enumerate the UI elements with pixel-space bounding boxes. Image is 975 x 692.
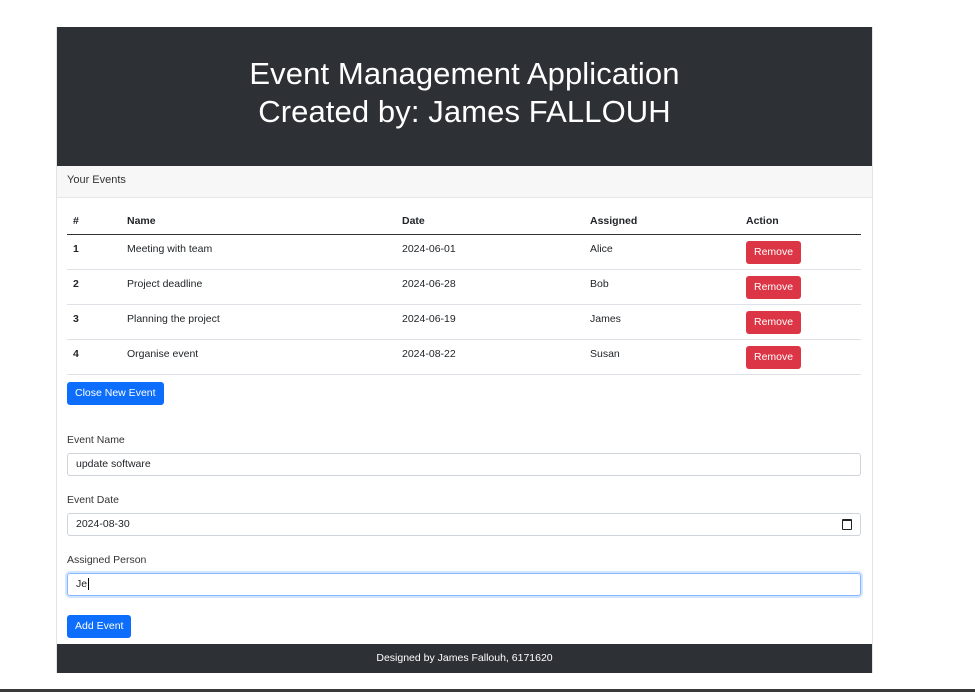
column-header-date: Date bbox=[396, 208, 584, 235]
table-header-row: # Name Date Assigned Action bbox=[67, 208, 861, 235]
event-name-input[interactable]: update software bbox=[67, 453, 861, 476]
row-action-cell: Remove bbox=[740, 339, 861, 375]
events-table-wrap: # Name Date Assigned Action 1 Meeting wi… bbox=[57, 198, 872, 375]
row-index: 1 bbox=[67, 234, 121, 270]
row-assigned: Susan bbox=[584, 339, 740, 375]
row-index: 2 bbox=[67, 269, 121, 305]
assigned-person-value: Je bbox=[76, 578, 88, 590]
row-name: Meeting with team bbox=[121, 234, 396, 270]
event-date-value: 2024-08-30 bbox=[76, 518, 130, 530]
event-date-label: Event Date bbox=[67, 494, 119, 506]
page-header: Event Management Application Created by:… bbox=[57, 27, 872, 166]
column-header-assigned: Assigned bbox=[584, 208, 740, 235]
remove-button[interactable]: Remove bbox=[746, 310, 802, 334]
table-row: 1 Meeting with team 2024-06-01 Alice Rem… bbox=[67, 234, 861, 270]
column-header-index: # bbox=[67, 208, 121, 235]
events-table: # Name Date Assigned Action 1 Meeting wi… bbox=[67, 208, 861, 375]
remove-button[interactable]: Remove bbox=[746, 240, 802, 264]
table-row: 2 Project deadline 2024-06-28 Bob Remove bbox=[67, 269, 861, 305]
row-action-cell: Remove bbox=[740, 234, 861, 270]
remove-button[interactable]: Remove bbox=[746, 345, 802, 369]
event-name-value: update software bbox=[76, 458, 151, 470]
table-row: 3 Planning the project 2024-06-19 James … bbox=[67, 304, 861, 340]
row-date: 2024-06-19 bbox=[396, 304, 584, 340]
app-subtitle: Created by: James FALLOUH bbox=[258, 94, 671, 129]
row-action-cell: Remove bbox=[740, 304, 861, 340]
row-name: Organise event bbox=[121, 339, 396, 375]
row-assigned: Bob bbox=[584, 269, 740, 305]
table-row: 4 Organise event 2024-08-22 Susan Remove bbox=[67, 339, 861, 375]
column-header-action: Action bbox=[740, 208, 861, 235]
row-date: 2024-08-22 bbox=[396, 339, 584, 375]
app-title: Event Management Application bbox=[249, 56, 680, 91]
row-index: 3 bbox=[67, 304, 121, 340]
row-action-cell: Remove bbox=[740, 269, 861, 305]
new-event-form: Event Name update software Event Date 20… bbox=[67, 433, 861, 638]
column-header-name: Name bbox=[121, 208, 396, 235]
text-caret bbox=[88, 578, 90, 591]
event-date-input[interactable]: 2024-08-30 bbox=[67, 513, 861, 536]
row-assigned: James bbox=[584, 304, 740, 340]
row-date: 2024-06-28 bbox=[396, 269, 584, 305]
remove-button[interactable]: Remove bbox=[746, 275, 802, 299]
assigned-person-input[interactable]: Je bbox=[67, 573, 861, 596]
close-new-event-button[interactable]: Close New Event bbox=[67, 382, 164, 405]
table-controls: Close New Event bbox=[67, 382, 164, 405]
row-date: 2024-06-01 bbox=[396, 234, 584, 270]
add-event-button[interactable]: Add Event bbox=[67, 615, 132, 638]
page-footer: Designed by James Fallouh, 6171620 bbox=[57, 644, 872, 673]
row-name: Planning the project bbox=[121, 304, 396, 340]
event-name-label: Event Name bbox=[67, 434, 125, 446]
assigned-person-label: Assigned Person bbox=[67, 554, 147, 566]
row-index: 4 bbox=[67, 339, 121, 375]
app-container: Event Management Application Created by:… bbox=[56, 27, 873, 673]
row-assigned: Alice bbox=[584, 234, 740, 270]
card-header: Your Events bbox=[57, 166, 872, 198]
calendar-icon[interactable] bbox=[842, 519, 852, 530]
row-name: Project deadline bbox=[121, 269, 396, 305]
page: Event Management Application Created by:… bbox=[0, 0, 975, 689]
